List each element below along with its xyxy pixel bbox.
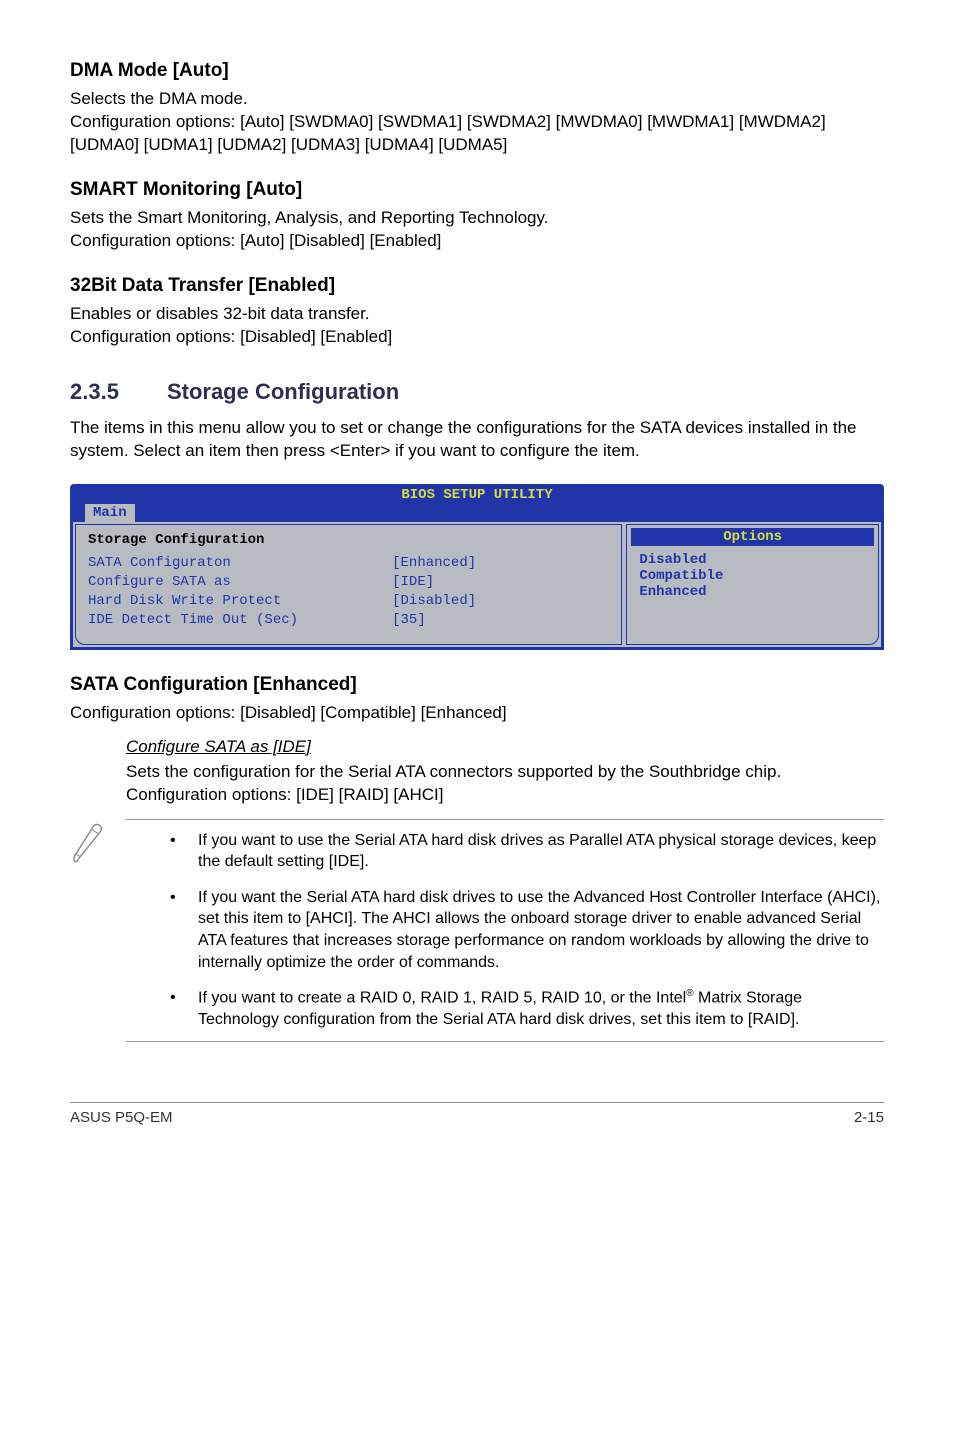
bios-panel-title: Storage Configuration — [88, 531, 609, 550]
note-text: If you want to use the Serial ATA hard d… — [198, 830, 884, 873]
smart-heading: SMART Monitoring [Auto] — [70, 179, 884, 201]
storage-heading: 2.3.5 Storage Configuration — [70, 379, 884, 405]
options-header: Options — [631, 528, 874, 546]
section-number: 2.3.5 — [70, 379, 119, 405]
bios-header: BIOS SETUP UTILITY — [71, 485, 883, 503]
option-item: Compatible — [639, 568, 866, 584]
storage-intro: The items in this menu allow you to set … — [70, 417, 884, 463]
footer-left: ASUS P5Q-EM — [70, 1109, 173, 1126]
bullet-icon: • — [164, 830, 198, 873]
bios-row: Configure SATA as[IDE] — [88, 573, 609, 592]
bios-row: IDE Detect Time Out (Sec)[35] — [88, 611, 609, 630]
dma-heading: DMA Mode [Auto] — [70, 60, 884, 82]
bios-left-panel: Storage Configuration SATA Configuraton[… — [75, 524, 622, 644]
sata-config-section: SATA Configuration [Enhanced] Configurat… — [70, 674, 884, 1042]
bullet-icon: • — [164, 987, 198, 1031]
option-item: Enhanced — [639, 584, 866, 600]
note-item: • If you want the Serial ATA hard disk d… — [164, 887, 884, 973]
bios-tab-main: Main — [85, 504, 135, 522]
sata-sub-body: Sets the configuration for the Serial AT… — [126, 761, 884, 807]
smart-section: SMART Monitoring [Auto] Sets the Smart M… — [70, 179, 884, 253]
page-footer: ASUS P5Q-EM 2-15 — [70, 1102, 884, 1126]
dma-text1: Selects the DMA mode. — [70, 88, 884, 111]
bios-screenshot: BIOS SETUP UTILITY Main Storage Configur… — [70, 484, 884, 649]
bit32-heading: 32Bit Data Transfer [Enabled] — [70, 275, 884, 297]
storage-config-section: 2.3.5 Storage Configuration The items in … — [70, 379, 884, 463]
bios-right-panel: Options Disabled Compatible Enhanced — [626, 524, 879, 644]
dma-text2: Configuration options: [Auto] [SWDMA0] [… — [70, 111, 884, 157]
pencil-icon — [64, 821, 117, 870]
smart-text2: Configuration options: [Auto] [Disabled]… — [70, 230, 884, 253]
bios-row: Hard Disk Write Protect[Disabled] — [88, 592, 609, 611]
note-text: If you want the Serial ATA hard disk dri… — [198, 887, 884, 973]
note-item: • If you want to create a RAID 0, RAID 1… — [164, 987, 884, 1031]
dma-mode-section: DMA Mode [Auto] Selects the DMA mode. Co… — [70, 60, 884, 157]
sata-text1: Configuration options: [Disabled] [Compa… — [70, 702, 884, 725]
note-text: If you want to create a RAID 0, RAID 1, … — [198, 987, 884, 1031]
section-title: Storage Configuration — [167, 379, 399, 404]
bit32-section: 32Bit Data Transfer [Enabled] Enables or… — [70, 275, 884, 349]
bit32-text2: Configuration options: [Disabled] [Enabl… — [70, 326, 884, 349]
footer-right: 2-15 — [854, 1109, 884, 1126]
sata-sub-heading: Configure SATA as [IDE] — [126, 737, 884, 757]
option-item: Disabled — [639, 552, 866, 568]
bit32-text1: Enables or disables 32-bit data transfer… — [70, 303, 884, 326]
smart-text1: Sets the Smart Monitoring, Analysis, and… — [70, 207, 884, 230]
note-block: • If you want to use the Serial ATA hard… — [126, 819, 884, 1042]
bullet-icon: • — [164, 887, 198, 973]
sata-heading: SATA Configuration [Enhanced] — [70, 674, 884, 696]
note-item: • If you want to use the Serial ATA hard… — [164, 830, 884, 873]
bios-row: SATA Configuraton[Enhanced] — [88, 554, 609, 573]
